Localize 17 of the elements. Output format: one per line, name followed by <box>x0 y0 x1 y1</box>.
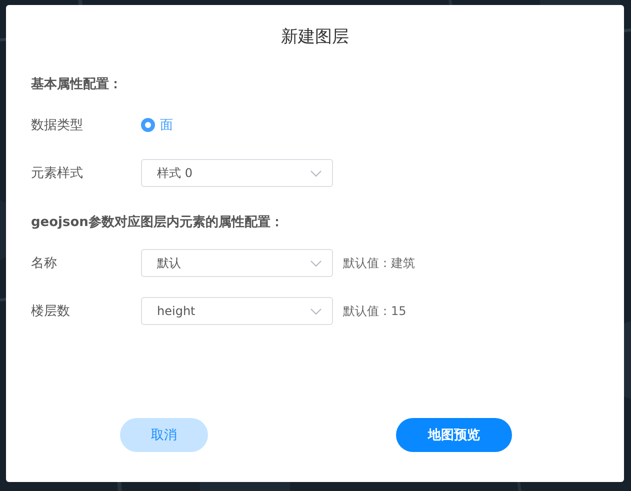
select-field[interactable]: 默认 <box>141 249 333 277</box>
select-field[interactable]: 样式 0 <box>141 159 333 187</box>
field-label: 元素样式 <box>31 165 84 182</box>
select-field[interactable]: height <box>141 297 333 325</box>
chevron-down-icon <box>310 308 322 314</box>
dialog-title: 新建图层 <box>281 26 349 49</box>
chevron-down-icon <box>310 260 322 266</box>
section-heading: 基本属性配置： <box>31 77 123 93</box>
preview-button[interactable]: 地图预览 <box>396 418 512 452</box>
field-label: 数据类型 <box>31 117 84 134</box>
default-value-hint: 默认值：建筑 <box>343 254 415 272</box>
chevron-down-icon <box>310 170 322 176</box>
section-heading: geojson参数对应图层内元素的属性配置： <box>31 215 284 231</box>
field-label: 名称 <box>31 255 58 272</box>
radio-button[interactable] <box>141 118 155 132</box>
field-label: 楼层数 <box>31 303 71 320</box>
default-value-hint: 默认值：15 <box>343 302 406 320</box>
